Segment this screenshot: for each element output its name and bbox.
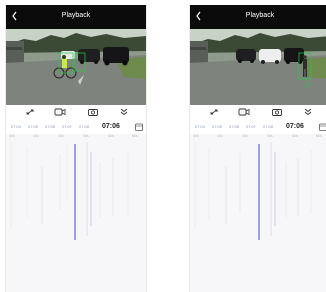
parked-car-dark: [78, 49, 100, 64]
video-player[interactable]: [6, 29, 146, 105]
ruler-label: 50s: [316, 134, 322, 138]
recording-timeline[interactable]: [6, 140, 146, 292]
time-label[interactable]: 07:05: [28, 124, 38, 129]
expand-icon[interactable]: [23, 106, 37, 118]
camera-icon[interactable]: [270, 106, 284, 118]
video-camera-icon[interactable]: [53, 106, 67, 118]
ruler-label: 30s: [9, 134, 15, 138]
parked-car-dark: [236, 49, 256, 63]
time-label[interactable]: 07:07: [62, 124, 72, 129]
time-label[interactable]: 07:06: [229, 124, 239, 129]
video-player[interactable]: [190, 29, 326, 105]
ruler-label: 50s: [132, 134, 138, 138]
page-title: Playback: [61, 12, 91, 19]
chevron-double-down-icon[interactable]: [301, 106, 315, 118]
chevron-double-down-icon[interactable]: [117, 106, 131, 118]
current-time: 07:06: [286, 123, 304, 130]
time-label[interactable]: 07:05: [212, 124, 222, 129]
ruler-label: 30s: [83, 134, 89, 138]
recording-timeline[interactable]: [190, 140, 326, 292]
playback-screen-left: Playback 07:04 07:05 07:06 07:07 07:08 0…: [5, 5, 147, 292]
ruler-label: 40s: [292, 134, 298, 138]
ruler-label: 10s: [33, 134, 39, 138]
current-time: 07:06: [102, 123, 120, 130]
time-label[interactable]: 07:06: [45, 124, 55, 129]
calendar-icon[interactable]: [134, 122, 144, 132]
time-label[interactable]: 07:08: [263, 124, 273, 129]
playback-screen-right: Playback 07:04 07:05 07:06 07:07 07:08 0…: [189, 5, 326, 292]
ruler-label: 40s: [108, 134, 114, 138]
time-label[interactable]: 07:04: [11, 124, 21, 129]
parked-car-black: [103, 47, 129, 66]
top-bar: Playback: [190, 5, 326, 29]
time-label[interactable]: 07:08: [79, 124, 89, 129]
chevron-left-icon[interactable]: [8, 8, 22, 24]
playback-controls: [190, 105, 326, 120]
timeline-header: 07:04 07:05 07:06 07:07 07:08 07:06: [6, 120, 146, 134]
playback-controls: [6, 105, 146, 120]
camera-icon[interactable]: [86, 106, 100, 118]
time-label[interactable]: 07:07: [246, 124, 256, 129]
page-title: Playback: [245, 12, 275, 19]
chevron-left-icon[interactable]: [192, 8, 206, 24]
time-label[interactable]: 07:04: [195, 124, 205, 129]
parked-car-white: [259, 49, 281, 64]
ruler-label: 30s: [193, 134, 199, 138]
video-camera-icon[interactable]: [237, 106, 251, 118]
ruler-label: 20s: [242, 134, 248, 138]
ruler-label: 30s: [267, 134, 273, 138]
ruler-label: 10s: [217, 134, 223, 138]
calendar-icon[interactable]: [318, 122, 326, 132]
parked-car-black: [284, 48, 304, 64]
expand-icon[interactable]: [207, 106, 221, 118]
ruler-label: 20s: [58, 134, 64, 138]
timeline-header: 07:04 07:05 07:06 07:07 07:08 07:06: [190, 120, 326, 134]
top-bar: Playback: [6, 5, 146, 29]
